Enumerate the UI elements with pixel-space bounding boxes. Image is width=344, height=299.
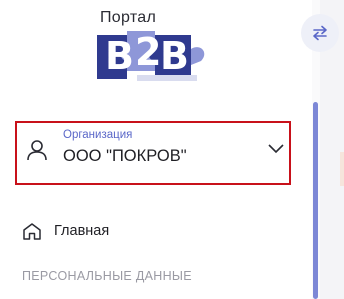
organization-label: Организация bbox=[63, 129, 133, 141]
scrollbar-thumb[interactable] bbox=[313, 102, 318, 299]
nav-item-home-label: Главная bbox=[54, 223, 110, 239]
home-icon bbox=[23, 223, 41, 240]
content-accent-strip bbox=[340, 152, 344, 186]
sidebar: Портал B 2 B Организация ООО "ПОКРОВ" Гл… bbox=[0, 0, 312, 299]
nav-item-home[interactable]: Главная bbox=[22, 216, 282, 246]
logo-digit-2: 2 bbox=[135, 30, 162, 74]
section-personal-data: ПЕРСОНАЛЬНЫЕ ДАННЫЕ bbox=[22, 269, 192, 283]
user-icon bbox=[27, 140, 47, 161]
chevron-down-icon[interactable] bbox=[267, 142, 285, 154]
portal-b2b-logo[interactable]: Портал B 2 B bbox=[97, 9, 211, 81]
organization-select[interactable]: Организация ООО "ПОКРОВ" bbox=[15, 121, 291, 185]
logo-letter-b: B bbox=[105, 34, 134, 78]
sidebar-collapse-button[interactable] bbox=[301, 14, 339, 52]
organization-value: ООО "ПОКРОВ" bbox=[63, 147, 187, 165]
logo-title: Портал bbox=[100, 9, 157, 26]
logo-letter-b-second: B bbox=[160, 34, 189, 78]
swap-arrows-icon bbox=[313, 25, 327, 41]
